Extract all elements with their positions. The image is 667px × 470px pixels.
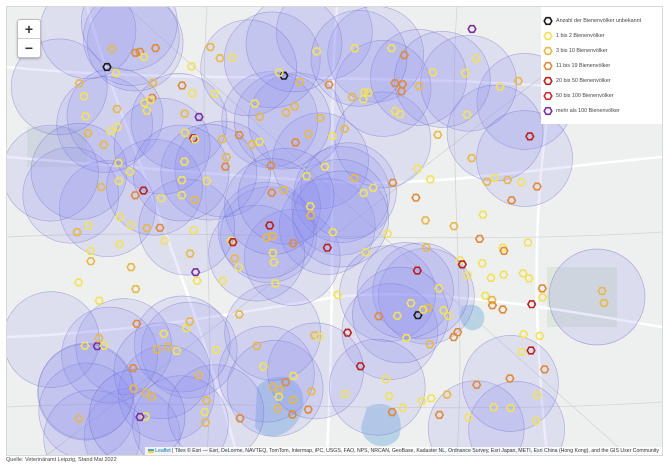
- source-caption: Quelle: Veterinäramt Leipzig, Stand Mai …: [6, 457, 117, 463]
- hexagon-icon: [543, 31, 553, 40]
- apiary-marker[interactable]: [523, 238, 533, 247]
- catchment-circle: [393, 31, 491, 128]
- apiary-marker[interactable]: [467, 24, 477, 34]
- hexagon-icon: [543, 16, 553, 25]
- legend: Anzahl der Bienenvölker unbekannt 1 bis 2…: [541, 7, 662, 124]
- leaflet-link[interactable]: Leaflet: [155, 448, 171, 454]
- legend-item: 50 bis 100 Bienenvölker: [543, 88, 662, 103]
- catchment-circle: [310, 9, 408, 107]
- ukraine-flag-icon: [148, 448, 155, 453]
- apiary-marker[interactable]: [186, 62, 197, 71]
- legend-label: Anzahl der Bienenvölker unbekannt: [556, 17, 642, 24]
- hexagon-icon: [543, 46, 553, 55]
- hexagon-icon: [543, 91, 553, 100]
- legend-label: 1 bis 2 Bienenvölker: [556, 32, 605, 39]
- map-view[interactable]: + − Anzahl der Bienenvölker unbekannt 1 b…: [6, 6, 663, 456]
- catchment-circle: [237, 147, 335, 245]
- apiary-marker[interactable]: [477, 259, 488, 268]
- zoom-out-button[interactable]: −: [18, 38, 40, 57]
- apiary-marker[interactable]: [126, 262, 136, 272]
- apiary-marker[interactable]: [524, 274, 534, 283]
- apiary-marker[interactable]: [433, 130, 443, 139]
- apiary-marker[interactable]: [426, 394, 437, 403]
- catchment-circle: [357, 242, 454, 339]
- catchment-circle: [548, 248, 646, 346]
- apiary-marker[interactable]: [518, 330, 529, 339]
- legend-label: mehr als 100 Bienenvölker: [556, 107, 620, 114]
- apiary-marker[interactable]: [486, 273, 496, 283]
- legend-item: 11 bis 19 Bienenvölker: [543, 58, 662, 73]
- legend-item: 3 bis 10 Bienenvölker: [543, 43, 662, 58]
- apiary-marker[interactable]: [94, 296, 104, 305]
- apiary-marker[interactable]: [474, 234, 485, 243]
- apiary-marker[interactable]: [498, 305, 508, 314]
- legend-item: 20 bis 50 Bienenvölker: [543, 73, 662, 88]
- legend-item: Anzahl der Bienenvölker unbekannt: [543, 13, 662, 28]
- hexagon-icon: [543, 76, 553, 85]
- apiary-marker[interactable]: [537, 293, 548, 302]
- apiary-marker[interactable]: [192, 276, 202, 285]
- hexagon-icon: [543, 61, 553, 70]
- legend-label: 3 bis 10 Bienenvölker: [556, 47, 608, 54]
- zoom-control: + −: [17, 19, 41, 58]
- catchment-circle: [224, 283, 322, 381]
- apiary-marker[interactable]: [130, 284, 141, 294]
- apiary-marker[interactable]: [537, 284, 548, 293]
- apiary-marker[interactable]: [420, 216, 431, 225]
- legend-item: mehr als 100 Bienenvölker: [543, 103, 662, 118]
- attribution: Leaflet | Tiles © Esri — Esri, DeLorme, …: [145, 447, 662, 455]
- legend-label: 50 bis 100 Bienenvölker: [556, 92, 614, 99]
- apiary-marker[interactable]: [498, 270, 509, 279]
- legend-item: 1 bis 2 Bienenvölker: [543, 28, 662, 43]
- apiary-marker[interactable]: [518, 269, 528, 278]
- apiary-marker[interactable]: [86, 257, 96, 266]
- catchment-circle: [200, 19, 298, 117]
- legend-label: 20 bis 50 Bienenvölker: [556, 77, 611, 84]
- apiary-marker[interactable]: [73, 278, 84, 287]
- apiary-marker[interactable]: [411, 193, 421, 202]
- legend-label: 11 bis 19 Bienenvölker: [556, 62, 611, 69]
- zoom-in-button[interactable]: +: [18, 20, 40, 38]
- catchment-circle: [30, 123, 128, 220]
- catchment-circle: [132, 124, 230, 222]
- apiary-marker[interactable]: [480, 291, 491, 300]
- hexagon-icon: [543, 106, 553, 115]
- apiary-marker[interactable]: [478, 210, 488, 219]
- catchment-circle: [462, 335, 559, 432]
- attribution-text: | Tiles © Esri — Esri, DeLorme, NAVTEQ, …: [172, 448, 659, 454]
